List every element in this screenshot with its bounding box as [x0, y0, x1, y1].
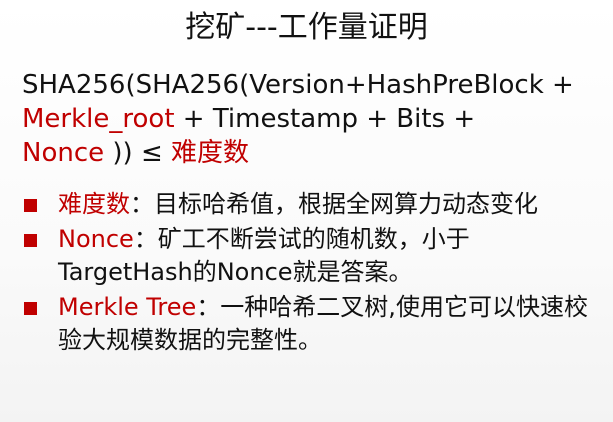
- formula-merkle-root: Merkle_root: [22, 104, 175, 134]
- bullet-term: Nonce: [58, 225, 134, 253]
- bullet-list: 难度数：目标哈希值，根据全网算力动态变化 Nonce：矿工不断尝试的随机数，小于…: [22, 188, 602, 359]
- formula-part-2: + Timestamp + Bits +: [174, 104, 476, 134]
- formula-difficulty: 难度数: [171, 138, 250, 168]
- bullet-merkle-tree: Merkle Tree：一种哈希二叉树,使用它可以快速校验大规模数据的完整性。: [22, 291, 602, 357]
- bullet-term: 难度数: [58, 190, 130, 218]
- bullet-square-icon: [24, 234, 37, 247]
- formula-part-3: )) ≤: [104, 138, 172, 168]
- bullet-square-icon: [24, 302, 37, 315]
- bullet-nonce: Nonce：矿工不断尝试的随机数，小于TargetHash的Nonce就是答案。: [22, 223, 602, 289]
- hash-formula: SHA256(SHA256(Version+HashPreBlock + Mer…: [22, 68, 602, 170]
- bullet-text: ：目标哈希值，根据全网算力动态变化: [130, 190, 538, 218]
- bullet-difficulty: 难度数：目标哈希值，根据全网算力动态变化: [22, 188, 602, 221]
- slide-title: 挖矿---工作量证明: [185, 10, 428, 45]
- formula-part-1: SHA256(SHA256(Version+HashPreBlock +: [22, 70, 574, 100]
- bullet-square-icon: [24, 199, 37, 212]
- formula-nonce: Nonce: [22, 138, 105, 168]
- bullet-term: Merkle Tree: [58, 293, 197, 321]
